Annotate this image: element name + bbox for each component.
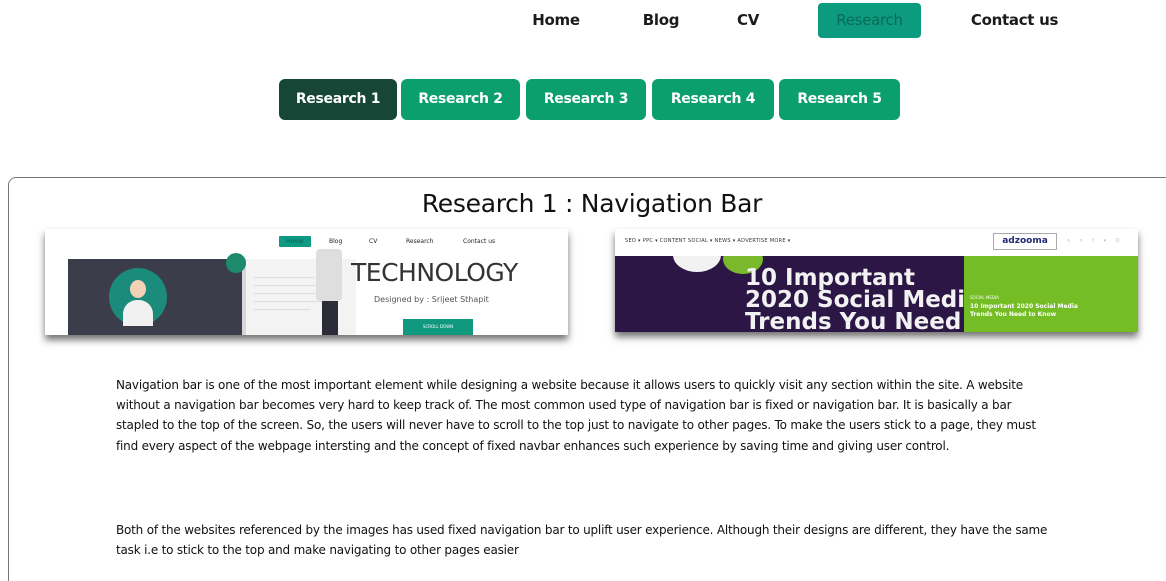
nav-contact-link[interactable]: Contact us (952, 3, 1077, 38)
screenshot1-hero-panel (68, 259, 242, 335)
screenshot1-nav-research: Research (406, 238, 434, 245)
nav-cv-link[interactable]: CV (716, 3, 780, 38)
screenshot1-nav-cv: CV (369, 238, 378, 245)
screenshot1-scroll-button: SCROLL DOWN (403, 319, 473, 335)
screenshot1-nav: Home Blog CV Research Contact us (45, 234, 568, 250)
adzooma-logo: adzooma (993, 233, 1057, 250)
screenshot1-nav-blog: Blog (329, 238, 343, 245)
tab-research-3[interactable]: Research 3 (526, 79, 646, 120)
screenshot-adzooma-site: SEO ▾ PPC ▾ CONTENT SOCIAL ▾ NEWS ▾ ADVE… (615, 229, 1138, 332)
screenshot2-headline-line3: Trends You Need (745, 309, 962, 333)
screenshot2-menu: SEO ▾ PPC ▾ CONTENT SOCIAL ▾ NEWS ▾ ADVE… (625, 238, 791, 244)
paragraph-websites-comparison: Both of the websites referenced by the i… (116, 523, 1048, 558)
screenshot2-side-title-line1: 10 Important 2020 Social Media (970, 303, 1078, 310)
screenshot2-side-title-line2: Trends You Need to Know (970, 311, 1057, 318)
screenshot-portfolio-site: Home Blog CV Research Contact us TECHNOL… (45, 229, 568, 335)
nav-blog-link[interactable]: Blog (625, 3, 697, 38)
screenshot1-green-dot (226, 253, 246, 273)
nav-research-link[interactable]: Research (818, 3, 921, 38)
screenshot2-side-category: SOCIAL MEDIA (970, 295, 999, 300)
screenshot1-designed-by: Designed by : Srijeet Sthapit (374, 295, 489, 304)
paragraph-navigation-importance: Navigation bar is one of the most import… (116, 378, 1036, 453)
tab-research-4[interactable]: Research 4 (652, 79, 774, 120)
screenshot2-headline-line1: 10 Important (745, 265, 916, 291)
screenshot2-nav: SEO ▾ PPC ▾ CONTENT SOCIAL ▾ NEWS ▾ ADVE… (615, 229, 1138, 256)
screenshot1-headline: TECHNOLOGY (351, 258, 518, 287)
social-icons: ʌ ʏ f ▾ Q (1067, 238, 1124, 244)
person-illustration (312, 249, 348, 335)
screenshot2-hero: 10 Important 2020 Social Medi Trends You… (615, 256, 964, 332)
tab-research-5[interactable]: Research 5 (779, 79, 900, 120)
screenshot1-nav-contact: Contact us (463, 238, 496, 245)
screenshot2-headline-line2: 2020 Social Medi (745, 287, 964, 313)
screenshot2-white-shape (673, 256, 721, 272)
avatar-illustration (109, 268, 167, 326)
screenshot2-side-card: SOCIAL MEDIA 10 Important 2020 Social Me… (964, 256, 1138, 332)
tab-research-2[interactable]: Research 2 (401, 79, 520, 120)
research-panel: Research 1 : Navigation Bar Home Blog CV… (8, 177, 1166, 581)
panel-title: Research 1 : Navigation Bar (421, 189, 763, 218)
screenshot1-nav-home: Home (279, 236, 311, 247)
nav-home-link[interactable]: Home (517, 3, 595, 38)
top-navigation: Home Blog CV Research Contact us (0, 3, 1166, 39)
tab-research-1[interactable]: Research 1 (279, 79, 397, 120)
screenshot2-side-title: 10 Important 2020 Social Media Trends Yo… (970, 303, 1078, 319)
screenshot2-headline: 10 Important 2020 Social Medi Trends You… (745, 265, 964, 333)
